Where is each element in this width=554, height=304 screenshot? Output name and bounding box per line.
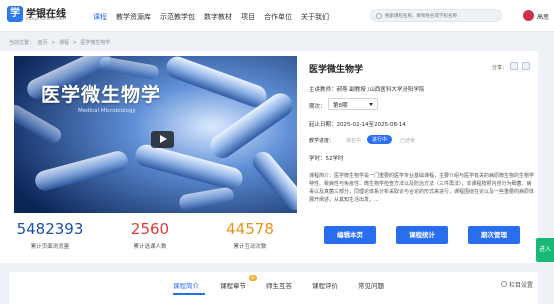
main-nav: 课程 教学资源库 示范教学包 数字教材 项目 合作单位 关于我们 (93, 12, 338, 22)
breadcrumb-home[interactable]: 首页 (38, 40, 48, 46)
stat-enrollments: 2560 累计选课人数 (100, 220, 200, 251)
progress-step-ended: 已结束 (400, 138, 416, 144)
stat-label: 累计互动次数 (233, 244, 267, 250)
breadcrumb-separator: > (51, 40, 56, 46)
course-video[interactable]: 医学微生物学 Medical Microbiology (14, 56, 297, 213)
course-info: 医学微生物学 分享： 主讲教师：郝燕 副教授 /山西医科大学汾阳学院 期次： 第… (309, 51, 538, 263)
column-settings[interactable]: 栏目设置 (509, 280, 533, 289)
breadcrumb-current: 医学微生物学 (80, 40, 111, 46)
play-button[interactable] (151, 131, 174, 148)
nav-item-course[interactable]: 课程 (93, 12, 107, 22)
stat-value: 2560 (130, 220, 170, 238)
breadcrumb-prefix: 当前位置： (9, 40, 35, 46)
course-hours: 学时：52学时 (309, 156, 344, 162)
nav-item-partners[interactable]: 合作单位 (264, 12, 292, 22)
course-stats: 5482393 累计页面浏览量 2560 累计选课人数 44578 累计互动次数 (0, 221, 300, 261)
progress-label: 教学进度： (309, 138, 335, 144)
share-qq-icon[interactable] (522, 62, 530, 70)
nav-item-about[interactable]: 关于我们 (301, 12, 329, 22)
site-domain: xueyinonline.com (26, 17, 66, 22)
share-label: 分享： (492, 65, 508, 71)
stat-value: 44578 (226, 220, 274, 238)
course-intro: 课程简介：医学微生物学是一门重要的医学专业基础课程，主要介绍与医学有关的病原微生… (309, 173, 535, 203)
edit-page-button[interactable]: 编辑本页 (324, 226, 376, 244)
stat-interactions: 44578 累计互动次数 (200, 220, 300, 251)
term-label: 期次： (309, 104, 326, 110)
nav-item-digital-textbook[interactable]: 数字教材 (204, 12, 232, 22)
nav-item-project[interactable]: 项目 (241, 12, 255, 22)
tab-qa[interactable]: 师生互答 (266, 280, 292, 290)
term-management-button[interactable]: 期次管理 (468, 226, 520, 244)
breadcrumb-separator: > (72, 40, 77, 46)
course-title: 医学微生物学 (309, 65, 364, 75)
course-tabs: 课程简介 课程章节 新 师生互答 课程评价 常见问题 栏目设置 (9, 272, 538, 304)
username[interactable]: 高思 (537, 12, 549, 21)
search-box[interactable] (370, 9, 502, 22)
tab-active-underline (173, 293, 205, 295)
chevron-down-icon[interactable] (369, 103, 373, 106)
play-icon[interactable] (160, 135, 167, 143)
gear-icon[interactable] (501, 281, 507, 287)
search-icon[interactable] (376, 13, 382, 19)
nav-item-resource-library[interactable]: 教学资源库 (116, 12, 151, 22)
tab-faq[interactable]: 常见问题 (358, 280, 384, 290)
tab-course-intro[interactable]: 课程简介 (173, 280, 199, 290)
share-wechat-icon[interactable] (510, 62, 518, 70)
tab-new-badge: 新 (249, 275, 257, 281)
course-card: 医学微生物学 Medical Microbiology 5482393 累计页面… (0, 51, 538, 263)
stat-value: 5482393 (16, 220, 84, 238)
tab-evaluation[interactable]: 课程评价 (312, 280, 338, 290)
course-dates: 起止日期：2025-02-14至2025-08-14 (309, 122, 406, 128)
term-value[interactable]: 第8期 (333, 101, 348, 109)
stat-page-views: 5482393 累计页面浏览量 (0, 220, 100, 251)
breadcrumb: 当前位置： 首页 > 课程 > 医学微生物学 (9, 39, 112, 46)
progress-step-enrolling: 报名中 (346, 138, 362, 144)
stat-label: 累计页面浏览量 (30, 244, 70, 250)
teacher-info: 主讲教师：郝燕 副教授 /山西医科大学汾阳学院 (309, 87, 425, 93)
tab-chapters[interactable]: 课程章节 (220, 280, 246, 290)
video-subtitle: Medical Microbiology (78, 108, 136, 114)
avatar[interactable] (523, 10, 534, 21)
stat-label: 累计选课人数 (133, 244, 167, 250)
search-input[interactable] (385, 12, 485, 20)
nav-item-demo-package[interactable]: 示范教学包 (160, 12, 195, 22)
term-select[interactable]: 第8期 (328, 98, 378, 110)
top-navbar: 学 学银在线 xueyinonline.com 课程 教学资源库 示范教学包 数… (0, 0, 554, 32)
breadcrumb-course[interactable]: 课程 (59, 40, 69, 46)
progress-step-in-progress: 进行中 (367, 135, 393, 144)
course-stats-button[interactable]: 课程统计 (396, 226, 448, 244)
side-enter-tab[interactable]: 进入 (536, 238, 554, 262)
video-title: 医学微生物学 (41, 84, 162, 106)
logo-icon[interactable]: 学 (7, 6, 23, 22)
